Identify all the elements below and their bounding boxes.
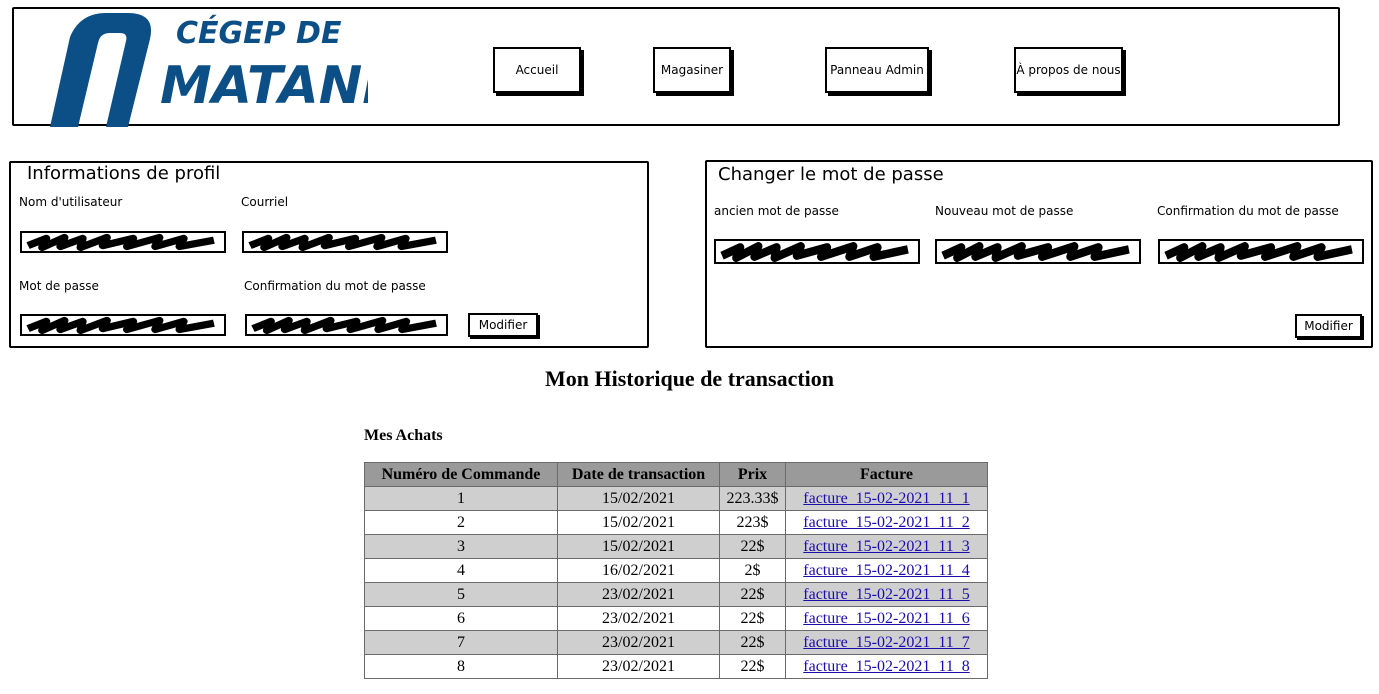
cegep-matane-logo[interactable]: CÉGEP DE MATANE [28,9,368,134]
nav-admin-button[interactable]: Panneau Admin [825,47,929,93]
invoice-cell: facture_15-02-2021_11_3 [785,534,988,559]
date-cell: 15/02/2021 [557,486,720,511]
new-password-label: Nouveau mot de passe [935,204,1074,218]
order-number-cell: 8 [364,654,558,679]
date-cell: 23/02/2021 [557,582,720,607]
invoice-link[interactable]: facture_15-02-2021_11_2 [803,514,969,531]
price-cell: 22$ [719,534,786,559]
order-number-cell: 3 [364,534,558,559]
change-password-title: Changer le mot de passe [718,164,944,185]
email-label: Courriel [241,195,289,209]
col-header-invoice: Facture [785,462,988,487]
invoice-cell: facture_15-02-2021_11_8 [785,654,988,679]
date-cell: 15/02/2021 [557,510,720,535]
password-label: Mot de passe [19,279,99,293]
transactions-table: Numéro de Commande Date de transaction P… [364,462,988,679]
profile-panel-title: Informations de profil [27,163,221,184]
price-cell: 22$ [719,654,786,679]
table-row: 5 23/02/2021 22$ facture_15-02-2021_11_5 [364,582,988,607]
change-password-panel: Changer le mot de passe ancien mot de pa… [705,160,1373,348]
date-cell: 23/02/2021 [557,654,720,679]
date-cell: 23/02/2021 [557,630,720,655]
col-header-order-number: Numéro de Commande [364,462,558,487]
transaction-history-title: Mon Historique de transaction [544,366,835,391]
password-modify-button[interactable]: Modifier [1295,314,1362,338]
invoice-link[interactable]: facture_15-02-2021_11_3 [803,538,969,555]
table-row: 2 15/02/2021 223$ facture_15-02-2021_11_2 [364,510,988,535]
new-password-confirm-label: Confirmation du mot de passe [1157,204,1339,218]
nav-magasiner-button[interactable]: Magasiner [653,47,731,93]
site-header: CÉGEP DE MATANE Accueil Magasiner Pannea… [12,7,1340,127]
password-field[interactable] [20,314,226,336]
password-confirm-label: Confirmation du mot de passe [244,279,426,293]
invoice-link[interactable]: facture_15-02-2021_11_6 [803,610,969,627]
price-cell: 22$ [719,582,786,607]
nav-accueil-button[interactable]: Accueil [493,47,581,93]
price-cell: 22$ [719,606,786,631]
order-number-cell: 5 [364,582,558,607]
username-field[interactable] [20,231,226,253]
invoice-cell: facture_15-02-2021_11_6 [785,606,988,631]
email-field[interactable] [242,231,448,253]
date-cell: 15/02/2021 [557,534,720,559]
order-number-cell: 1 [364,486,558,511]
order-number-cell: 4 [364,558,558,583]
table-row: 7 23/02/2021 22$ facture_15-02-2021_11_7 [364,630,988,655]
username-label: Nom d'utilisateur [19,195,123,209]
date-cell: 23/02/2021 [557,606,720,631]
table-row: 3 15/02/2021 22$ facture_15-02-2021_11_3 [364,534,988,559]
order-number-cell: 6 [364,606,558,631]
table-row: 6 23/02/2021 22$ facture_15-02-2021_11_6 [364,606,988,631]
profile-info-panel: Informations de profil Nom d'utilisateur… [9,161,649,348]
profile-modify-button[interactable]: Modifier [468,313,538,337]
invoice-link[interactable]: facture_15-02-2021_11_7 [803,634,969,651]
table-row: 1 15/02/2021 223.33$ facture_15-02-2021_11_… [364,486,988,511]
invoice-link[interactable]: facture_15-02-2021_11_8 [803,658,969,675]
order-number-cell: 7 [364,630,558,655]
order-number-cell: 2 [364,510,558,535]
old-password-label: ancien mot de passe [714,204,839,218]
table-header-row: Numéro de Commande Date de transaction P… [364,462,988,487]
invoice-link[interactable]: facture_15-02-2021_11_4 [803,562,969,579]
nav-about-button[interactable]: À propos de nous [1014,47,1123,93]
col-header-date: Date de transaction [557,462,720,487]
invoice-cell: facture_15-02-2021_11_5 [785,582,988,607]
price-cell: 223.33$ [719,486,786,511]
table-row: 8 23/02/2021 22$ facture_15-02-2021_11_8 [364,654,988,679]
password-confirm-field[interactable] [245,314,448,336]
invoice-cell: facture_15-02-2021_11_2 [785,510,988,535]
old-password-field[interactable] [714,239,920,264]
price-cell: 2$ [719,558,786,583]
svg-text:CÉGEP DE: CÉGEP DE [176,15,342,51]
price-cell: 22$ [719,630,786,655]
invoice-cell: facture_15-02-2021_11_1 [785,486,988,511]
invoice-cell: facture_15-02-2021_11_4 [785,558,988,583]
new-password-confirm-field[interactable] [1158,239,1364,264]
invoice-cell: facture_15-02-2021_11_7 [785,630,988,655]
col-header-price: Prix [719,462,786,487]
invoice-link[interactable]: facture_15-02-2021_11_1 [803,490,969,507]
svg-text:MATANE: MATANE [160,56,368,116]
invoice-link[interactable]: facture_15-02-2021_11_5 [803,586,969,603]
table-row: 4 16/02/2021 2$ facture_15-02-2021_11_4 [364,558,988,583]
price-cell: 223$ [719,510,786,535]
new-password-field[interactable] [935,239,1141,264]
date-cell: 16/02/2021 [557,558,720,583]
purchases-title: Mes Achats [364,427,443,444]
